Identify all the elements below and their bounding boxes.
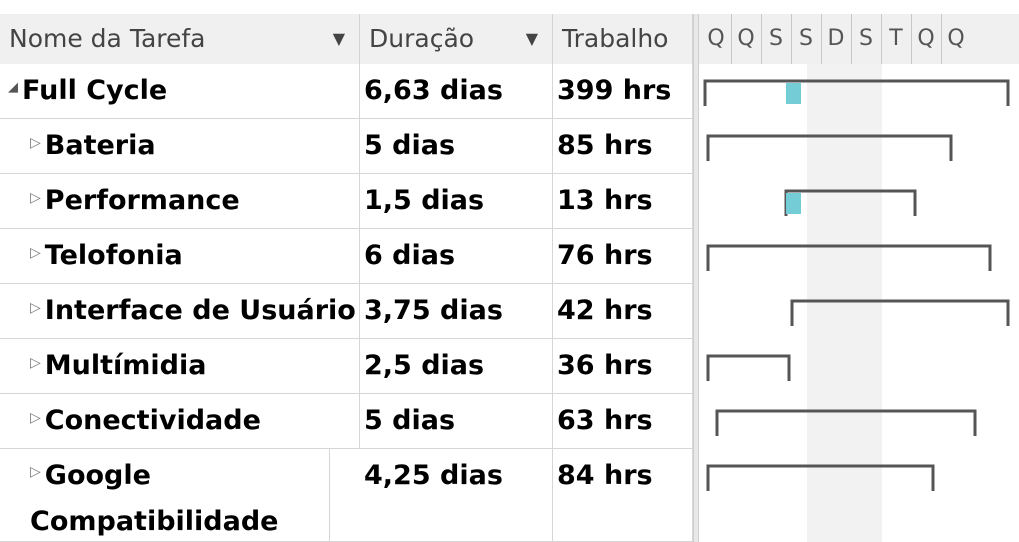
task-duration[interactable]: 5 dias bbox=[360, 119, 553, 173]
task-name-cell[interactable]: ▷ Performance bbox=[0, 174, 360, 228]
task-duration[interactable]: 2,5 dias bbox=[360, 339, 553, 393]
task-row[interactable]: ▷ Bateria 5 dias 85 hrs bbox=[0, 119, 693, 174]
task-row[interactable]: ▷ Telofonia 6 dias 76 hrs bbox=[0, 229, 693, 284]
task-work[interactable]: 85 hrs bbox=[553, 119, 693, 173]
column-header-name[interactable]: Nome da Tarefa ▼ bbox=[0, 14, 360, 64]
timescale-day: T bbox=[889, 26, 903, 51]
task-work[interactable]: 399 hrs bbox=[553, 64, 693, 118]
task-name-cell[interactable]: ▷ Conectividade bbox=[0, 394, 360, 448]
timescale-separator bbox=[821, 14, 822, 64]
task-work[interactable]: 76 hrs bbox=[553, 229, 693, 283]
task-duration[interactable]: 3,75 dias bbox=[360, 284, 553, 338]
task-work[interactable]: 63 hrs bbox=[553, 394, 693, 448]
chevron-down-icon[interactable]: ▼ bbox=[333, 14, 345, 64]
task-duration[interactable]: 6 dias bbox=[360, 229, 553, 283]
expand-triangle-icon[interactable]: ▷ bbox=[30, 339, 41, 390]
task-name: Performance bbox=[44, 185, 240, 216]
task-name: Full Cycle bbox=[22, 75, 168, 106]
task-name: Bateria bbox=[44, 130, 156, 161]
column-header-duration-label: Duração bbox=[369, 24, 475, 53]
collapse-triangle-icon[interactable]: ◢ bbox=[8, 64, 18, 115]
expand-triangle-icon[interactable]: ▷ bbox=[30, 119, 41, 170]
expand-triangle-icon[interactable]: ▷ bbox=[30, 450, 41, 495]
gantt-progress-marker bbox=[786, 83, 801, 104]
task-work[interactable]: 13 hrs bbox=[553, 174, 693, 228]
timescale-header: QQSSDSTQQ bbox=[699, 14, 1019, 64]
timescale-separator bbox=[731, 14, 732, 64]
expand-triangle-icon[interactable]: ▷ bbox=[30, 174, 41, 225]
task-row[interactable]: ▷ Interface de Usuário 3,75 dias 42 hrs bbox=[0, 284, 693, 339]
gantt-summary-bracket bbox=[706, 354, 791, 381]
task-row[interactable]: ▷ Google Compatibilidade 4,25 dias 84 hrs bbox=[0, 449, 693, 542]
task-work[interactable]: 36 hrs bbox=[553, 339, 693, 393]
timescale-day: S bbox=[859, 26, 873, 51]
task-work[interactable]: 84 hrs bbox=[553, 449, 693, 541]
task-duration[interactable]: 1,5 dias bbox=[360, 174, 553, 228]
task-name-cell[interactable]: ▷ Multímidia bbox=[0, 339, 360, 393]
task-name-cell[interactable]: ▷ Bateria bbox=[0, 119, 360, 173]
task-duration[interactable]: 5 dias bbox=[360, 394, 553, 448]
task-name: Conectividade bbox=[44, 405, 261, 436]
task-name-cell[interactable]: ▷ Interface de Usuário bbox=[0, 284, 360, 338]
task-name: Interface de Usuário bbox=[44, 295, 356, 326]
task-name: Google Compatibilidade bbox=[30, 460, 279, 537]
timescale-day: Q bbox=[917, 26, 935, 51]
timescale-separator bbox=[791, 14, 792, 64]
expand-triangle-icon[interactable]: ▷ bbox=[30, 394, 41, 445]
expand-triangle-icon[interactable]: ▷ bbox=[30, 284, 41, 335]
task-name-cell[interactable]: ◢ Full Cycle bbox=[0, 64, 360, 118]
gantt-progress-marker bbox=[786, 193, 801, 214]
task-duration[interactable]: 4,25 dias bbox=[360, 449, 553, 541]
expand-triangle-icon[interactable]: ▷ bbox=[30, 229, 41, 280]
timescale-day: Q bbox=[737, 26, 755, 51]
task-duration[interactable]: 6,63 dias bbox=[360, 64, 553, 118]
timescale-separator bbox=[851, 14, 852, 64]
timescale-separator bbox=[941, 14, 942, 64]
timescale-day: Q bbox=[947, 26, 965, 51]
timescale-day: Q bbox=[707, 26, 725, 51]
task-name: Telofonia bbox=[44, 240, 183, 271]
task-row[interactable]: ◢ Full Cycle 6,63 dias 399 hrs bbox=[0, 64, 693, 119]
task-name-cell[interactable]: ▷ Google Compatibilidade bbox=[0, 449, 330, 541]
timescale-separator bbox=[761, 14, 762, 64]
task-row[interactable]: ▷ Multímidia 2,5 dias 36 hrs bbox=[0, 339, 693, 394]
column-header-work-label: Trabalho bbox=[562, 24, 669, 53]
chevron-down-icon[interactable]: ▼ bbox=[526, 14, 538, 64]
timescale-separator bbox=[911, 14, 912, 64]
task-name: Multímidia bbox=[44, 350, 207, 381]
gantt-bar[interactable] bbox=[706, 354, 791, 381]
gantt-chart bbox=[703, 64, 1010, 542]
column-header-name-label: Nome da Tarefa bbox=[9, 24, 206, 53]
task-name-cell[interactable]: ▷ Telofonia bbox=[0, 229, 360, 283]
timescale-day: S bbox=[769, 26, 783, 51]
column-header-work[interactable]: Trabalho bbox=[553, 14, 693, 64]
timescale-separator bbox=[881, 14, 882, 64]
task-row[interactable]: ▷ Performance 1,5 dias 13 hrs bbox=[0, 174, 693, 229]
timescale-day: D bbox=[827, 26, 845, 51]
column-header-duration[interactable]: Duração ▼ bbox=[360, 14, 553, 64]
timescale-day: S bbox=[799, 26, 813, 51]
task-work[interactable]: 42 hrs bbox=[553, 284, 693, 338]
task-row[interactable]: ▷ Conectividade 5 dias 63 hrs bbox=[0, 394, 693, 449]
